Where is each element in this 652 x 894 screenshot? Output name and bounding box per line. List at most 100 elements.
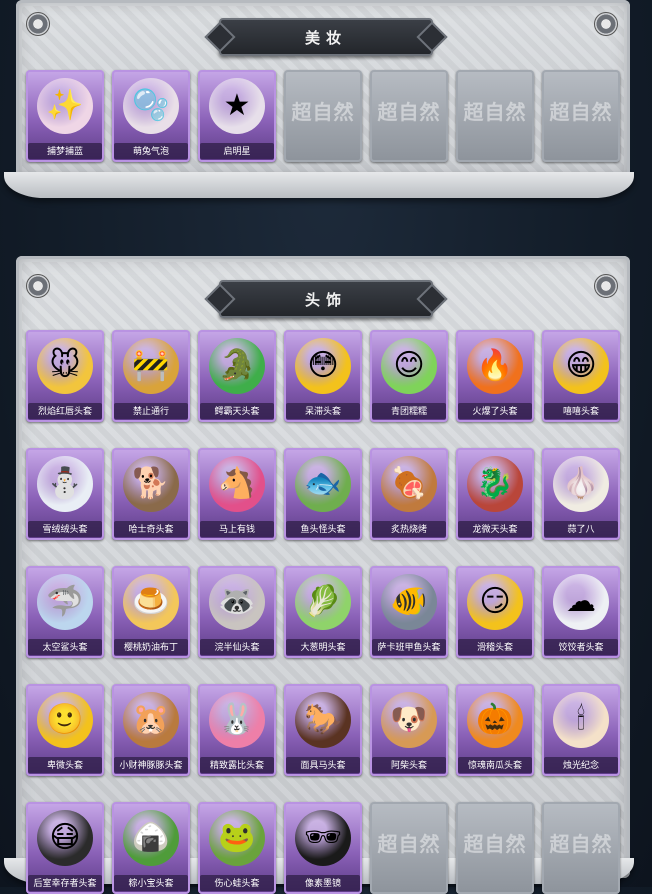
item-label: 伤心蛙头套	[200, 875, 274, 891]
candle-head-icon: 🕯	[553, 692, 609, 748]
headwear-section-title: 头饰	[219, 280, 433, 318]
snowman-head-icon: ⛄	[37, 456, 93, 512]
item-card[interactable]: 😁 嘻嘻头套	[542, 330, 620, 422]
pink-beaver-head-icon: 🐰	[209, 692, 265, 748]
empty-item-slot[interactable]: 超自然	[370, 802, 448, 894]
grill-head-icon: 🍖	[381, 456, 437, 512]
item-label: 烈焰红唇头套	[28, 403, 102, 419]
fish-monster-head-icon: 🐟	[295, 456, 351, 512]
zongzi-head-icon: 🍙	[123, 810, 179, 866]
item-card[interactable]: 🐰 精致露比头套	[198, 684, 276, 776]
item-label: 青团糯糯	[372, 403, 446, 419]
fire-head-icon: 🔥	[467, 338, 523, 394]
item-card[interactable]: ★ 启明星	[198, 70, 276, 162]
item-card[interactable]: 🐕 哈士奇头套	[112, 448, 190, 540]
item-card[interactable]: 🔥 火爆了头套	[456, 330, 534, 422]
item-card[interactable]: 🫧 萌兔气泡	[112, 70, 190, 162]
empty-item-slot[interactable]: 超自然	[542, 70, 620, 162]
item-label: 火爆了头套	[458, 403, 532, 419]
crocodile-head-icon: 🐊	[209, 338, 265, 394]
item-card[interactable]: 🥬 大葱明头套	[284, 566, 362, 658]
bubble-face-makeup-icon: 🫧	[123, 78, 179, 134]
item-label: 哈士奇头套	[114, 521, 188, 537]
item-label: 浣半仙头套	[200, 639, 274, 655]
pudding-head-icon: 🍮	[123, 574, 179, 630]
item-card[interactable]: 🐴 马上有钱	[198, 448, 276, 540]
item-card[interactable]: 😊 青团糯糯	[370, 330, 448, 422]
item-label: 嘻嘻头套	[544, 403, 618, 419]
item-card[interactable]: 😏 滑稽头套	[456, 566, 534, 658]
green-onion-head-icon: 🥬	[295, 574, 351, 630]
husky-head-icon: 🐕	[123, 456, 179, 512]
item-card[interactable]: 🕶 像素墨镜	[284, 802, 362, 894]
empty-item-slot[interactable]: 超自然	[284, 70, 362, 162]
item-label: 烛光纪念	[544, 757, 618, 773]
item-card[interactable]: 🐟 鱼头怪头套	[284, 448, 362, 540]
item-card[interactable]: 😷 后室幸存者头套	[26, 802, 104, 894]
item-label: 滑稽头套	[458, 639, 532, 655]
watermark-logo: 超自然	[463, 834, 527, 856]
capybara-head-icon: 🐹	[123, 692, 179, 748]
empty-item-slot[interactable]: 超自然	[456, 802, 534, 894]
watermark-logo: 超自然	[291, 102, 355, 124]
makeup-section-title: 美妆	[219, 18, 433, 56]
star-glasses-makeup-icon: ★	[209, 78, 265, 134]
sacabambaspis-head-icon: 🐠	[381, 574, 437, 630]
item-card[interactable]: 🐠 萨卡班甲鱼头套	[370, 566, 448, 658]
horse-mask-head-icon: 🐎	[295, 692, 351, 748]
item-card[interactable]: 😳 呆滞头套	[284, 330, 362, 422]
garlic-head-icon: 🧄	[553, 456, 609, 512]
watermark-logo: 超自然	[549, 834, 613, 856]
sad-frog-head-icon: 🐸	[209, 810, 265, 866]
item-card[interactable]: ✨ 捕梦捕蓝	[26, 70, 104, 162]
item-card[interactable]: ☁ 饺饺者头套	[542, 566, 620, 658]
pumpkin-head-icon: 🎃	[467, 692, 523, 748]
item-card[interactable]: ⛄ 雪绒绒头套	[26, 448, 104, 540]
funny-emoji-head-icon: 😏	[467, 574, 523, 630]
corner-medallion-icon	[26, 12, 50, 36]
item-label: 捕梦捕蓝	[28, 143, 102, 159]
yellow-mouse-head-icon: 🐭	[37, 338, 93, 394]
item-label: 萌兔气泡	[114, 143, 188, 159]
item-card[interactable]: 🧄 蒜了八	[542, 448, 620, 540]
item-card[interactable]: 🚧 禁止通行	[112, 330, 190, 422]
item-card[interactable]: 🙂 卑微头套	[26, 684, 104, 776]
star-face-makeup-icon: ✨	[37, 78, 93, 134]
pink-horse-head-icon: 🐴	[209, 456, 265, 512]
item-card[interactable]: 🦈 太空鲨头套	[26, 566, 104, 658]
item-card[interactable]: 🐸 伤心蛙头套	[198, 802, 276, 894]
item-card[interactable]: 🎃 惊魂南瓜头套	[456, 684, 534, 776]
item-card[interactable]: 🐎 面具马头套	[284, 684, 362, 776]
item-card[interactable]: 🍖 炙热烧烤	[370, 448, 448, 540]
item-label: 禁止通行	[114, 403, 188, 419]
watermark-logo: 超自然	[549, 102, 613, 124]
item-label: 太空鲨头套	[28, 639, 102, 655]
item-card[interactable]: 🐶 阿柴头套	[370, 684, 448, 776]
item-label: 惊魂南瓜头套	[458, 757, 532, 773]
item-card[interactable]: 🐊 鳄霸天头套	[198, 330, 276, 422]
item-label: 萨卡班甲鱼头套	[372, 639, 446, 655]
item-card[interactable]: 🍙 粽小宝头套	[112, 802, 190, 894]
item-card[interactable]: 🦝 浣半仙头套	[198, 566, 276, 658]
empty-item-slot[interactable]: 超自然	[456, 70, 534, 162]
item-card[interactable]: 🐭 烈焰红唇头套	[26, 330, 104, 422]
raccoon-head-icon: 🦝	[209, 574, 265, 630]
corner-medallion-icon	[594, 12, 618, 36]
item-card[interactable]: 🕯 烛光纪念	[542, 684, 620, 776]
item-card[interactable]: 🐹 小财神豚豚头套	[112, 684, 190, 776]
item-label: 樱桃奶油布丁	[114, 639, 188, 655]
traffic-cone-head-icon: 🚧	[123, 338, 179, 394]
corner-medallion-icon	[594, 274, 618, 298]
grinning-emoji-head-icon: 😁	[553, 338, 609, 394]
empty-item-slot[interactable]: 超自然	[542, 802, 620, 894]
headwear-grid: 🐭 烈焰红唇头套 🚧 禁止通行 🐊 鳄霸天头套 😳 呆滞头套 😊 青团糯糯 🔥 火爆了头套 😁 嘻嘻头套 ⛄…	[26, 330, 620, 894]
humble-emoji-head-icon: 🙂	[37, 692, 93, 748]
pixel-sunglasses-icon: 🕶	[295, 810, 351, 866]
item-label: 龙微天头套	[458, 521, 532, 537]
item-label: 大葱明头套	[286, 639, 360, 655]
gas-mask-head-icon: 😷	[37, 810, 93, 866]
item-card[interactable]: 🐉 龙微天头套	[456, 448, 534, 540]
item-label: 鱼头怪头套	[286, 521, 360, 537]
item-card[interactable]: 🍮 樱桃奶油布丁	[112, 566, 190, 658]
empty-item-slot[interactable]: 超自然	[370, 70, 448, 162]
